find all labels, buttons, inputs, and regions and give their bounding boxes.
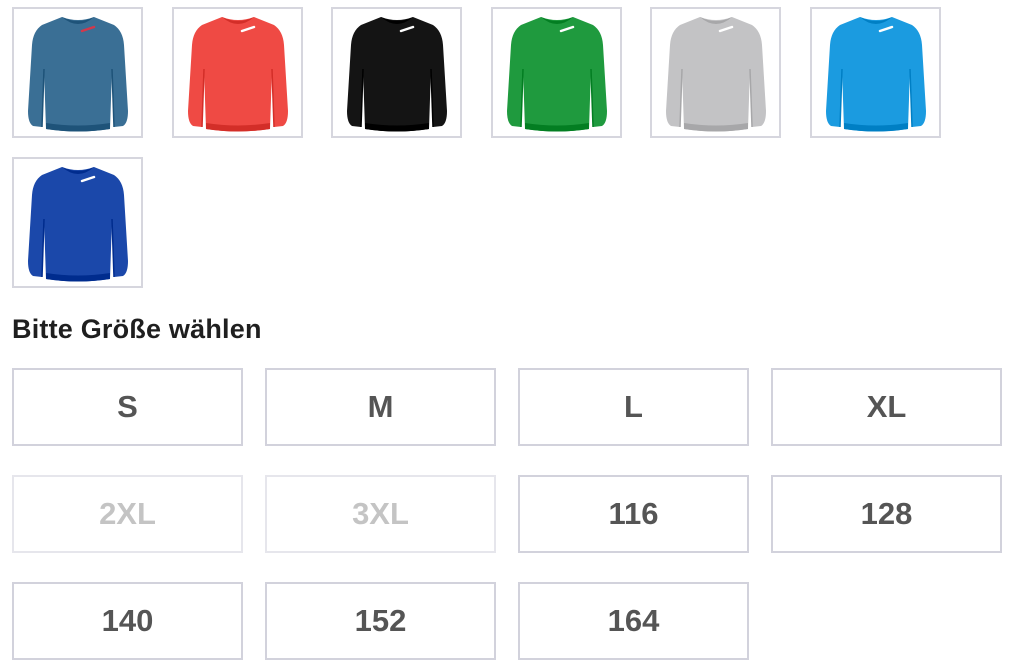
sweater-icon (27, 16, 128, 131)
sweater-icon (27, 166, 128, 281)
color-swatch-royal[interactable] (12, 157, 143, 288)
color-swatch-grey[interactable] (650, 7, 781, 138)
size-heading: Bitte Größe wählen (12, 314, 262, 344)
size-option-128[interactable]: 128 (771, 475, 1002, 553)
size-option-xl[interactable]: XL (771, 368, 1002, 446)
size-option-140[interactable]: 140 (12, 582, 243, 660)
color-swatch-petrol[interactable] (12, 7, 143, 138)
sweater-icon (506, 16, 607, 131)
size-option-l[interactable]: L (518, 368, 749, 446)
size-option-2xl: 2XL (12, 475, 243, 553)
size-option-3xl: 3XL (265, 475, 496, 553)
color-swatch-red[interactable] (172, 7, 303, 138)
sweater-icon (346, 16, 447, 131)
product-variant-selector: Bitte Größe wählen S M L XL 2XL 3XL 116 128 140 1… (0, 0, 1024, 668)
size-option-116[interactable]: 116 (518, 475, 749, 553)
color-swatch-azure[interactable] (810, 7, 941, 138)
sweater-icon (187, 16, 288, 131)
sweater-icon (825, 16, 926, 131)
size-option-s[interactable]: S (12, 368, 243, 446)
color-swatch-black[interactable] (331, 7, 462, 138)
size-option-152[interactable]: 152 (265, 582, 496, 660)
color-swatch-green[interactable] (491, 7, 622, 138)
size-option-m[interactable]: M (265, 368, 496, 446)
sweater-icon (665, 16, 766, 131)
size-option-164[interactable]: 164 (518, 582, 749, 660)
